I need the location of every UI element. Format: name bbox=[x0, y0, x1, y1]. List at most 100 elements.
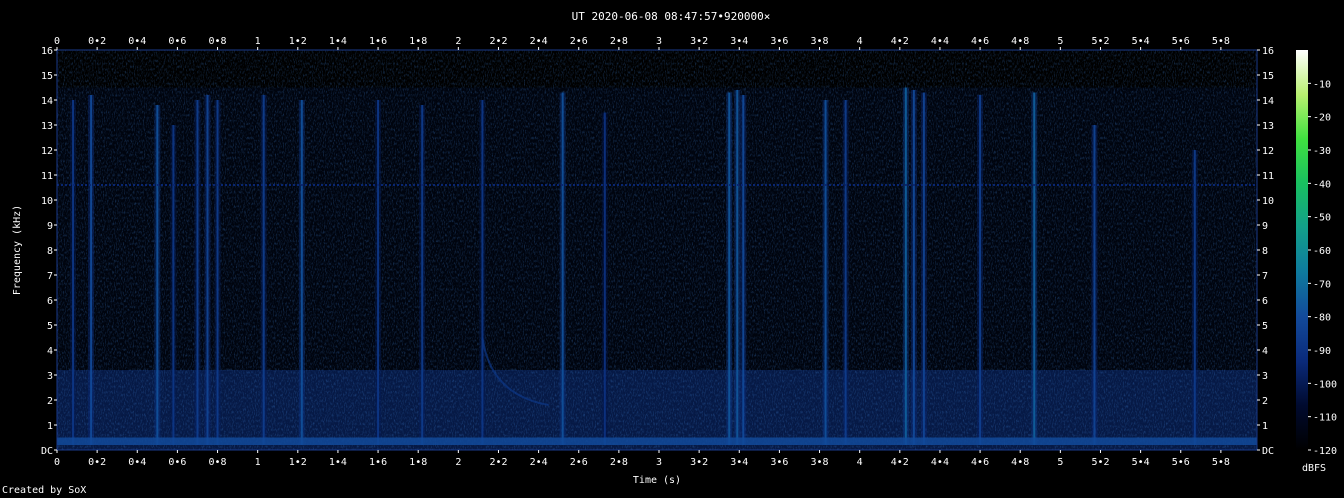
event-stripe bbox=[196, 100, 199, 445]
x-tick-label-top: 1•8 bbox=[409, 36, 427, 47]
y-tick-label-right: 15 bbox=[1262, 71, 1274, 82]
event-stripe bbox=[912, 90, 915, 445]
event-stripe bbox=[824, 100, 827, 445]
x-tick-label-bottom: 2•2 bbox=[489, 457, 507, 468]
x-tick-label-top: 2•6 bbox=[570, 36, 588, 47]
colorbar-tick-label: -40 bbox=[1313, 179, 1331, 190]
event-stripe bbox=[742, 95, 745, 445]
colorbar-label: dBFS bbox=[1302, 463, 1326, 474]
x-tick-label-top: 3•4 bbox=[730, 36, 748, 47]
event-stripe bbox=[262, 95, 265, 445]
y-tick-label-right: 6 bbox=[1262, 296, 1268, 307]
x-axis-bottom: 0 0•2 0•4 0•6 0•8 1 1•2 1•4 1•6 1•8 2 2•2 2•4 2•6 2•8 3… bbox=[54, 450, 1230, 468]
x-tick-label-bottom: 1 bbox=[255, 457, 261, 468]
y-tick-label-right: 8 bbox=[1262, 246, 1268, 257]
x-tick-label-bottom: 5•4 bbox=[1132, 457, 1150, 468]
spectrogram-figure: UT 2020-06-08 08:47:57•920000× 0 0•2 0•4 0•… bbox=[12, 10, 1337, 486]
x-tick-label-bottom: 0•2 bbox=[88, 457, 106, 468]
x-tick-label-top: 4 bbox=[857, 36, 863, 47]
x-axis-label: Time (s) bbox=[633, 475, 681, 486]
y-tick-label-right: 12 bbox=[1262, 146, 1274, 157]
x-tick-label-bottom: 3•4 bbox=[730, 457, 748, 468]
x-tick-label-bottom: 3 bbox=[656, 457, 662, 468]
x-tick-label-bottom: 1•8 bbox=[409, 457, 427, 468]
x-tick-label-top: 0•2 bbox=[88, 36, 106, 47]
x-tick-label-top: 5•6 bbox=[1172, 36, 1190, 47]
y-tick-label-left: 9 bbox=[47, 221, 53, 232]
event-stripe bbox=[1193, 150, 1196, 445]
x-tick-label-top: 5•4 bbox=[1132, 36, 1150, 47]
event-stripe bbox=[216, 100, 219, 445]
event-stripe bbox=[561, 92, 564, 445]
x-tick-label-bottom: 0•8 bbox=[209, 457, 227, 468]
event-stripe bbox=[300, 100, 303, 445]
event-stripe bbox=[736, 90, 739, 445]
noise-texture bbox=[57, 50, 1257, 450]
colorbar-tick-label: -60 bbox=[1313, 246, 1331, 257]
x-tick-label-top: 3•2 bbox=[690, 36, 708, 47]
x-tick-label-top: 1 bbox=[255, 36, 261, 47]
event-stripe bbox=[377, 100, 380, 445]
y-tick-label-left: 3 bbox=[47, 371, 53, 382]
colorbar-tick-label: -50 bbox=[1313, 213, 1331, 224]
x-tick-label-top: 4•8 bbox=[1011, 36, 1029, 47]
x-tick-label-bottom: 4•2 bbox=[891, 457, 909, 468]
x-tick-label-bottom: 5•6 bbox=[1172, 457, 1190, 468]
y-tick-label-left: 12 bbox=[41, 146, 53, 157]
x-tick-label-top: 2 bbox=[455, 36, 461, 47]
event-stripe bbox=[728, 92, 731, 445]
x-tick-label-bottom: 2 bbox=[455, 457, 461, 468]
chart-title: UT 2020-06-08 08:47:57•920000× bbox=[572, 10, 771, 23]
x-tick-label-top: 5 bbox=[1057, 36, 1063, 47]
y-tick-label-right: 4 bbox=[1262, 346, 1268, 357]
y-tick-label-right: 5 bbox=[1262, 321, 1268, 332]
x-tick-label-bottom: 4•4 bbox=[931, 457, 949, 468]
colorbar-tick-label: -80 bbox=[1313, 313, 1331, 324]
y-tick-label-left: DC bbox=[41, 446, 53, 457]
event-stripe bbox=[72, 100, 75, 445]
event-stripe bbox=[922, 92, 925, 445]
colorbar-tick-label: -20 bbox=[1313, 113, 1331, 124]
y-tick-label-left: 8 bbox=[47, 246, 53, 257]
x-tick-label-top: 4•4 bbox=[931, 36, 949, 47]
y-tick-label-right: 10 bbox=[1262, 196, 1274, 207]
x-tick-label-bottom: 5•8 bbox=[1212, 457, 1230, 468]
y-axis-left: DC12345678910111213141516 bbox=[41, 46, 57, 457]
y-tick-label-right: 2 bbox=[1262, 396, 1268, 407]
x-tick-label-bottom: 3•2 bbox=[690, 457, 708, 468]
plot-area bbox=[56, 49, 1258, 451]
x-tick-label-top: 2•8 bbox=[610, 36, 628, 47]
y-tick-label-left: 14 bbox=[41, 96, 53, 107]
x-tick-label-bottom: 5 bbox=[1057, 457, 1063, 468]
x-tick-label-top: 0 bbox=[54, 36, 60, 47]
x-tick-label-top: 0•8 bbox=[209, 36, 227, 47]
x-tick-label-top: 3 bbox=[656, 36, 662, 47]
colorbar-tick-label: -120 bbox=[1313, 446, 1337, 457]
y-tick-label-left: 10 bbox=[41, 196, 53, 207]
y-tick-label-left: 1 bbox=[47, 421, 53, 432]
x-tick-label-top: 0•6 bbox=[168, 36, 186, 47]
y-tick-label-right: 14 bbox=[1262, 96, 1274, 107]
event-stripe bbox=[156, 105, 159, 445]
x-tick-label-bottom: 4•6 bbox=[971, 457, 989, 468]
credit-text: Created by SoX bbox=[2, 485, 87, 496]
x-tick-label-top: 5•8 bbox=[1212, 36, 1230, 47]
y-tick-label-right: 9 bbox=[1262, 221, 1268, 232]
x-tick-label-bottom: 1•2 bbox=[289, 457, 307, 468]
y-tick-label-right: 1 bbox=[1262, 421, 1268, 432]
x-tick-label-bottom: 4 bbox=[857, 457, 863, 468]
y-tick-label-left: 15 bbox=[41, 71, 53, 82]
x-tick-label-bottom: 1•4 bbox=[329, 457, 347, 468]
x-tick-label-bottom: 1•6 bbox=[369, 457, 387, 468]
x-tick-label-top: 4•2 bbox=[891, 36, 909, 47]
event-stripe bbox=[172, 125, 175, 445]
colorbar-ticks: -10 -20 -30 -40 -50 -60 -70 -80 -90 -100 -110 -120 bbox=[1308, 79, 1337, 457]
y-tick-label-left: 11 bbox=[41, 171, 53, 182]
y-axis-right: DC12345678910111213141516 bbox=[1257, 46, 1274, 457]
y-tick-label-left: 16 bbox=[41, 46, 53, 57]
y-tick-label-right: 13 bbox=[1262, 121, 1274, 132]
x-tick-label-bottom: 0•4 bbox=[128, 457, 146, 468]
x-tick-label-top: 1•6 bbox=[369, 36, 387, 47]
y-tick-label-left: 7 bbox=[47, 271, 53, 282]
x-tick-label-bottom: 2•8 bbox=[610, 457, 628, 468]
